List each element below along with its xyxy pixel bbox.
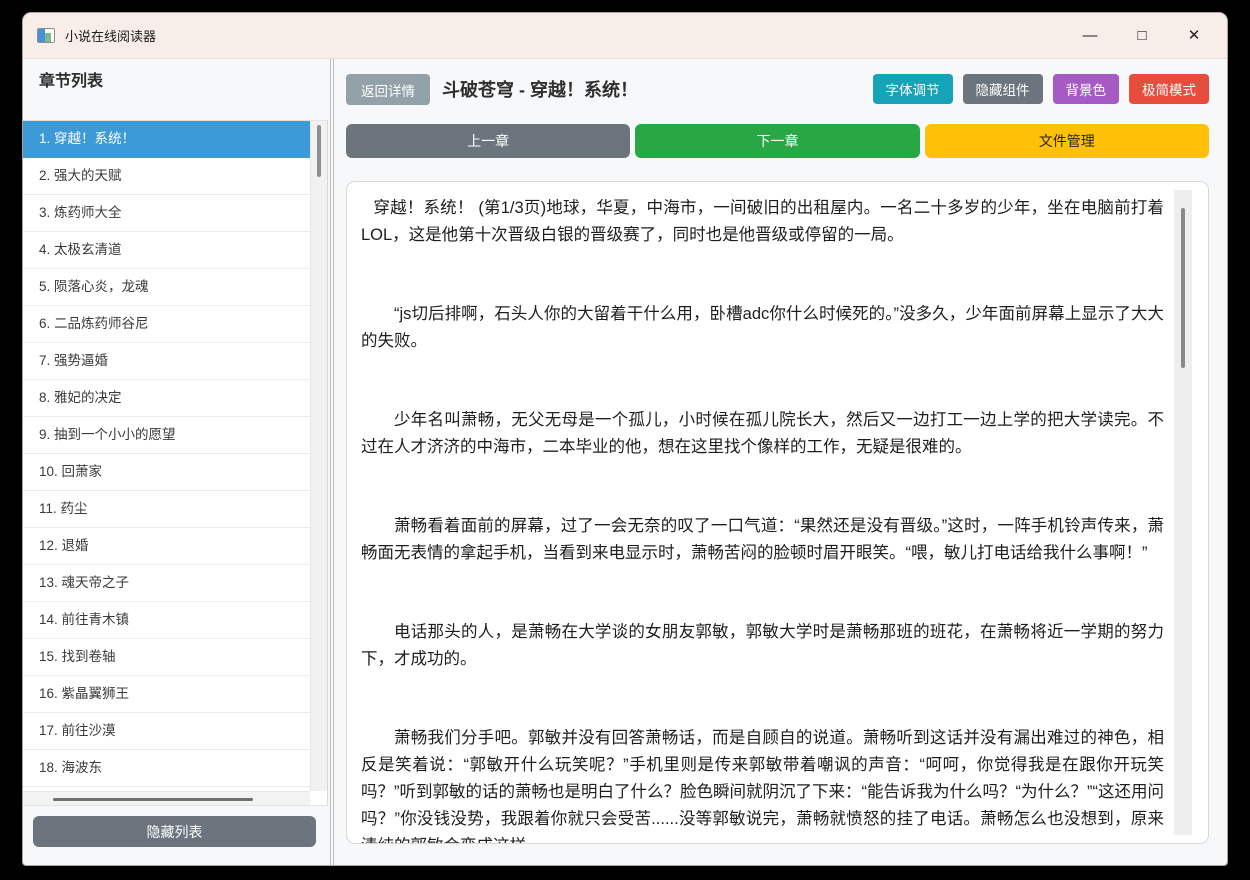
chapter-rows: 1. 穿越！系统！ 2. 强大的天赋 3. 炼药师大全 4. 太极玄清道 5. 陨落心炎…: [23, 121, 310, 791]
chapter-item[interactable]: 5. 陨落心炎，龙魂: [23, 269, 310, 306]
chapter-item[interactable]: 15. 找到卷轴: [23, 639, 310, 676]
chapter-nav: 上一章 下一章 文件管理: [346, 124, 1209, 158]
chapter-item[interactable]: 1. 穿越！系统！: [23, 121, 310, 158]
screen: 小说在线阅读器 — □ ✕ 章节列表 1. 穿越！系统！ 2. 强大的天赋 3. 炼…: [0, 0, 1250, 880]
chapter-item[interactable]: 3. 炼药师大全: [23, 195, 310, 232]
hide-list-button[interactable]: 隐藏列表: [33, 816, 316, 847]
reader-panel: 返回详情 斗破苍穹 - 穿越！系统！ 字体调节 隐藏组件 背景色 极简模式 上一章 下…: [336, 59, 1227, 865]
panel-splitter[interactable]: [328, 59, 336, 865]
window-title: 小说在线阅读器: [65, 29, 157, 44]
chapter-sidebar: 章节列表 1. 穿越！系统！ 2. 强大的天赋 3. 炼药师大全 4. 太极玄清道 5.…: [23, 59, 328, 865]
chapter-item[interactable]: 4. 太极玄清道: [23, 232, 310, 269]
reader-content: 穿越！系统！ (第1/3页)地球，华夏，中海市，一间破旧的出租屋内。一名二十多岁…: [347, 182, 1164, 843]
header-actions: 字体调节 隐藏组件 背景色 极简模式: [872, 74, 1209, 104]
novel-paragraph: 穿越！系统！ (第1/3页)地球，华夏，中海市，一间破旧的出租屋内。一名二十多岁…: [361, 199, 1164, 244]
next-chapter-button[interactable]: 下一章: [635, 124, 920, 158]
app-window: 小说在线阅读器 — □ ✕ 章节列表 1. 穿越！系统！ 2. 强大的天赋 3. 炼…: [22, 12, 1228, 866]
font-adjust-button[interactable]: 字体调节: [872, 74, 953, 104]
chapter-item[interactable]: 10. 回萧家: [23, 454, 310, 491]
chapter-item[interactable]: 9. 抽到一个小小的愿望: [23, 417, 310, 454]
close-button[interactable]: ✕: [1181, 23, 1207, 49]
titlebar[interactable]: 小说在线阅读器 — □ ✕: [23, 13, 1227, 59]
hide-widgets-button[interactable]: 隐藏组件: [962, 74, 1043, 104]
chapter-list-vertical-scrollbar[interactable]: [310, 121, 327, 791]
minimize-button[interactable]: —: [1077, 23, 1103, 49]
chapter-item[interactable]: 8. 雅妃的决定: [23, 380, 310, 417]
chapter-item[interactable]: 2. 强大的天赋: [23, 158, 310, 195]
chapter-item[interactable]: 11. 药尘: [23, 491, 310, 528]
background-color-button[interactable]: 背景色: [1052, 74, 1119, 104]
chapter-list-horizontal-scrollbar-thumb[interactable]: [53, 798, 253, 801]
back-to-details-button[interactable]: 返回详情: [346, 74, 430, 105]
book-chapter-title: 斗破苍穹 - 穿越！系统！: [442, 80, 638, 100]
novel-paragraph: 萧畅看着面前的屏幕，过了一会无奈的叹了一口气道：“果然还是没有晋级。”这时，一阵…: [361, 517, 1164, 562]
reader-area[interactable]: 穿越！系统！ (第1/3页)地球，华夏，中海市，一间破旧的出租屋内。一名二十多岁…: [346, 181, 1209, 844]
reader-vertical-scrollbar-thumb[interactable]: [1181, 208, 1185, 368]
novel-paragraph: “js切后排啊，石头人你的大留着干什么用，卧槽adc你什么时候死的。”没多久，少…: [361, 305, 1164, 350]
chapter-list: 1. 穿越！系统！ 2. 强大的天赋 3. 炼药师大全 4. 太极玄清道 5. 陨落心炎…: [23, 120, 328, 806]
novel-paragraph: 少年名叫萧畅，无父无母是一个孤儿，小时候在孤儿院长大，然后又一边打工一边上学的把…: [361, 411, 1164, 456]
chapter-item[interactable]: 12. 退婚: [23, 528, 310, 565]
chapter-list-vertical-scrollbar-thumb[interactable]: [317, 125, 321, 177]
chapter-item[interactable]: 6. 二品炼药师谷尼: [23, 306, 310, 343]
novel-paragraph: 电话那头的人，是萧畅在大学谈的女朋友郭敏，郭敏大学时是萧畅那班的班花，在萧畅将近…: [361, 623, 1164, 668]
window-body: 章节列表 1. 穿越！系统！ 2. 强大的天赋 3. 炼药师大全 4. 太极玄清道 5.…: [23, 59, 1227, 865]
maximize-button[interactable]: □: [1129, 23, 1155, 49]
chapter-item[interactable]: 16. 紫晶翼狮王: [23, 676, 310, 713]
chapter-item[interactable]: 18. 海波东: [23, 750, 310, 787]
chapter-item[interactable]: 14. 前往青木镇: [23, 602, 310, 639]
chapter-list-horizontal-scrollbar[interactable]: [23, 791, 310, 805]
novel-paragraph: 萧畅我们分手吧。郭敏并没有回答萧畅话，而是自顾自的说道。萧畅听到这话并没有漏出难…: [361, 729, 1164, 843]
chapter-item[interactable]: 17. 前往沙漠: [23, 713, 310, 750]
file-manager-button[interactable]: 文件管理: [924, 124, 1209, 158]
previous-chapter-button[interactable]: 上一章: [346, 124, 631, 158]
chapter-item[interactable]: 7. 强势逼婚: [23, 343, 310, 380]
minimal-mode-button[interactable]: 极简模式: [1129, 74, 1209, 104]
chapter-item[interactable]: 13. 魂天帝之子: [23, 565, 310, 602]
reader-vertical-scrollbar[interactable]: [1174, 190, 1192, 835]
chapter-list-heading: 章节列表: [39, 73, 104, 90]
app-icon: [37, 28, 55, 43]
window-controls: — □ ✕: [1077, 23, 1213, 49]
